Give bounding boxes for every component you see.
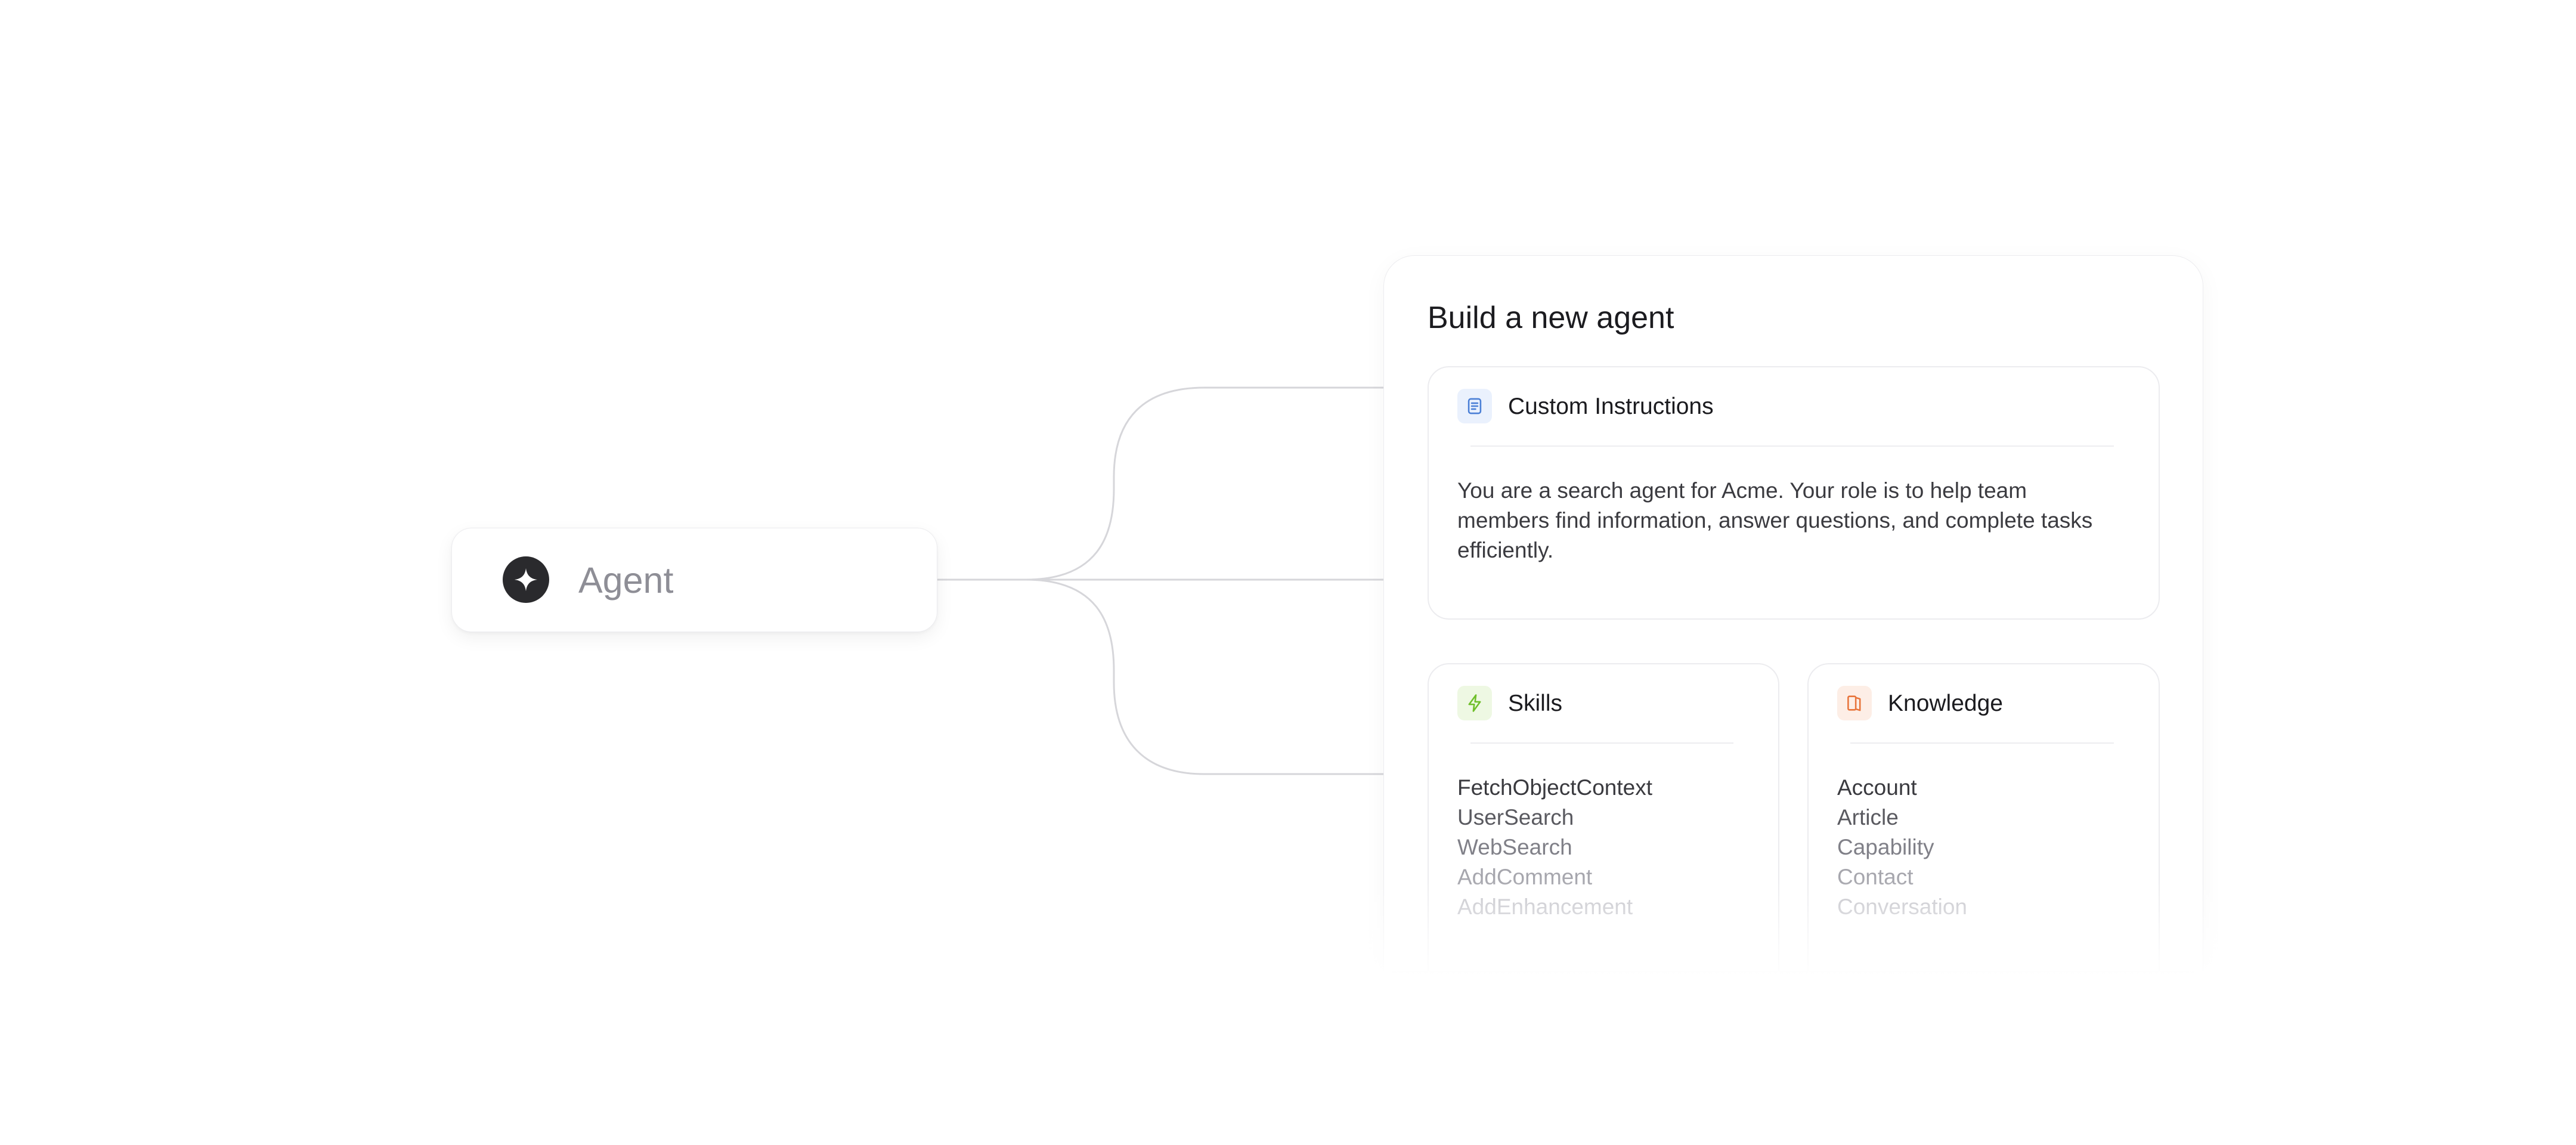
- document-icon: [1457, 389, 1492, 423]
- divider: [1470, 445, 2114, 447]
- skill-item[interactable]: UserSearch: [1457, 803, 1652, 833]
- book-icon: [1837, 686, 1872, 720]
- instructions-card[interactable]: Custom Instructions You are a search age…: [1428, 366, 2160, 620]
- connector-top: [937, 386, 1385, 581]
- agent-node[interactable]: Agent: [451, 528, 937, 632]
- skills-list: FetchObjectContext UserSearch WebSearch …: [1457, 773, 1652, 922]
- instructions-text[interactable]: You are a search agent for Acme. Your ro…: [1457, 476, 2119, 565]
- skills-title: Skills: [1508, 691, 1563, 716]
- knowledge-card[interactable]: Knowledge Account Article Capability Con…: [1807, 663, 2160, 971]
- sparkle-icon: [503, 556, 549, 603]
- skills-card[interactable]: Skills FetchObjectContext UserSearch Web…: [1428, 663, 1779, 971]
- knowledge-item[interactable]: Capability: [1837, 833, 1967, 862]
- divider: [1850, 742, 2114, 744]
- knowledge-title: Knowledge: [1888, 691, 2003, 716]
- divider: [1470, 742, 1733, 744]
- builder-panel: Build a new agent Custom Instructions Yo…: [1383, 255, 2203, 971]
- connector-bottom: [937, 578, 1385, 775]
- agent-label: Agent: [578, 560, 674, 601]
- skill-item[interactable]: AddEnhancement: [1457, 892, 1652, 922]
- skill-item[interactable]: AddComment: [1457, 862, 1652, 892]
- lightning-icon: [1457, 686, 1492, 720]
- knowledge-item[interactable]: Contact: [1837, 862, 1967, 892]
- panel-title: Build a new agent: [1428, 301, 1674, 335]
- knowledge-item[interactable]: Article: [1837, 803, 1967, 833]
- knowledge-item[interactable]: Account: [1837, 773, 1967, 803]
- knowledge-item[interactable]: Conversation: [1837, 892, 1967, 922]
- skill-item[interactable]: WebSearch: [1457, 833, 1652, 862]
- knowledge-list: Account Article Capability Contact Conve…: [1837, 773, 1967, 922]
- skill-item[interactable]: FetchObjectContext: [1457, 773, 1652, 803]
- instructions-title: Custom Instructions: [1508, 394, 1714, 419]
